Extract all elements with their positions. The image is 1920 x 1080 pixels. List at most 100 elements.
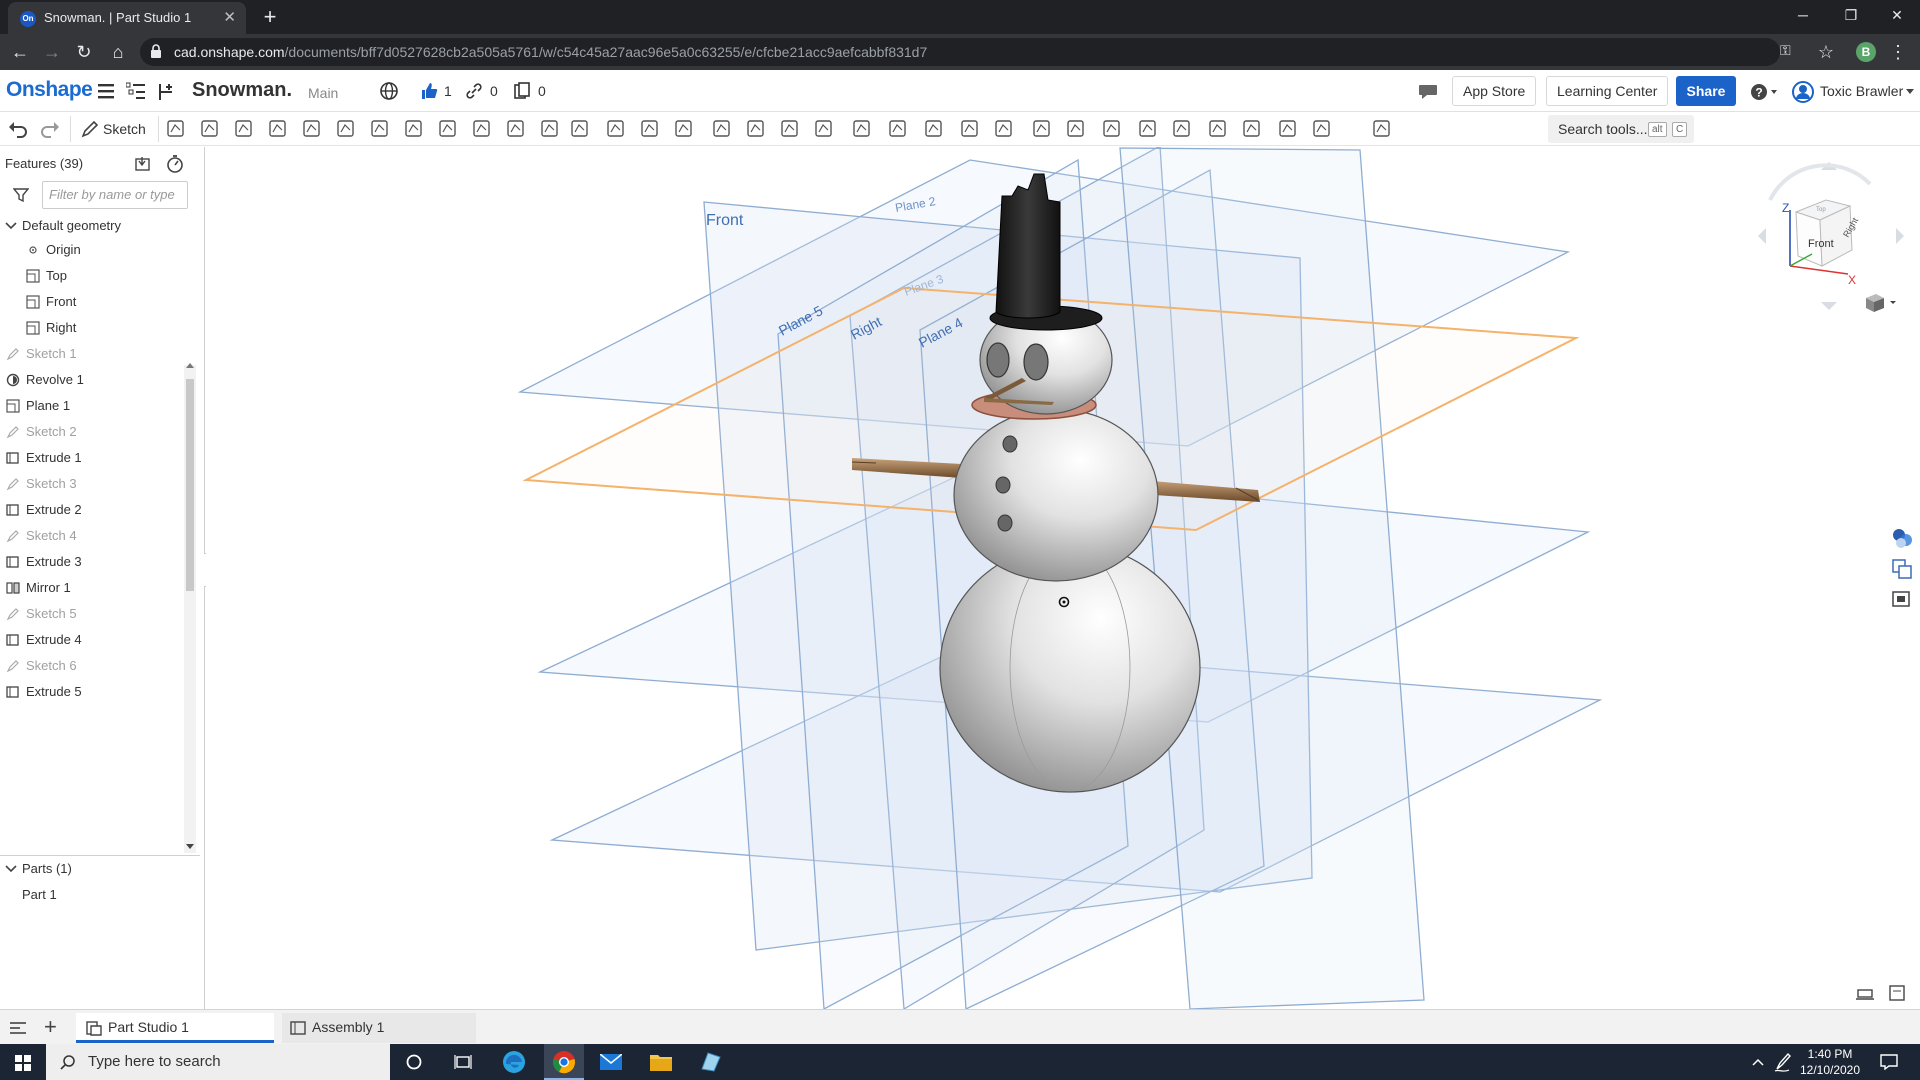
corner-tool-icon[interactable]	[1209, 120, 1226, 137]
snipping-tool-icon[interactable]	[698, 1051, 722, 1073]
back-icon[interactable]: ←	[8, 40, 32, 64]
feature-item-extrude-5[interactable]: Extrude 5	[0, 680, 182, 704]
flange-tool-icon[interactable]	[1067, 120, 1084, 137]
mate-connector-tool-icon[interactable]	[925, 120, 942, 137]
sheet-metal-tool-icon[interactable]	[1033, 120, 1050, 137]
sketch-pencil-icon[interactable]	[80, 120, 100, 138]
feature-item-right[interactable]: Right	[0, 316, 182, 340]
tab-part-studio-1[interactable]: Part Studio 1	[76, 1013, 274, 1043]
system-clock[interactable]: 1:40 PM 12/10/2020	[1798, 1046, 1862, 1078]
like-thumb-icon[interactable]	[420, 82, 438, 100]
view-cube[interactable]: Front Right Top Z X	[1758, 162, 1904, 310]
appearance-panel-icon[interactable]	[1893, 529, 1912, 548]
filter-funnel-icon[interactable]	[13, 187, 29, 203]
chevron-down-icon[interactable]	[4, 219, 18, 233]
pen-workspace-icon[interactable]	[1774, 1052, 1792, 1072]
hole-tool-icon[interactable]	[507, 120, 524, 137]
section-view-icon[interactable]	[1856, 989, 1874, 1000]
user-name[interactable]: Toxic Brawler	[1820, 83, 1903, 99]
feature-item-extrude-4[interactable]: Extrude 4	[0, 628, 182, 652]
close-tab-icon[interactable]: ✕	[223, 8, 236, 26]
view-options-icon[interactable]	[1866, 294, 1896, 312]
task-view-icon[interactable]	[454, 1054, 472, 1070]
rollback-icon[interactable]	[134, 155, 154, 173]
finish-tool-icon[interactable]	[1279, 120, 1296, 137]
fillet-tool-icon[interactable]	[337, 120, 354, 137]
bookmark-star-icon[interactable]: ☆	[1814, 40, 1838, 64]
hem-tool-icon[interactable]	[1103, 120, 1120, 137]
coat-button-3[interactable]	[997, 514, 1013, 532]
parts-folder[interactable]: Parts (1)	[0, 857, 182, 881]
bend-tool-icon[interactable]	[1173, 120, 1190, 137]
rib-tool-icon[interactable]	[439, 120, 456, 137]
feature-list-icon[interactable]	[126, 82, 146, 100]
configuration-panel-icon[interactable]	[1892, 591, 1910, 607]
profile-avatar[interactable]: B	[1856, 42, 1876, 62]
share-button[interactable]: Share	[1676, 76, 1736, 106]
show-hidden-icons-chevron[interactable]	[1752, 1058, 1764, 1066]
split-tool-icon[interactable]	[641, 120, 658, 137]
minimize-window-icon[interactable]: ─	[1780, 0, 1826, 30]
redo-icon[interactable]	[40, 120, 60, 138]
shell-tool-icon[interactable]	[473, 120, 490, 137]
view-cube-arrow-down-icon[interactable]	[1821, 302, 1837, 310]
cortana-icon[interactable]	[406, 1054, 422, 1070]
browser-tab[interactable]: On Snowman. | Part Studio 1 ✕	[8, 2, 246, 34]
feature-scrollbar-thumb[interactable]	[186, 379, 194, 591]
modify-fillet-tool-icon[interactable]	[747, 120, 764, 137]
right-eye[interactable]	[1023, 343, 1049, 381]
view-cube-orbit-ring[interactable]	[1768, 163, 1872, 201]
feature-item-revolve-1[interactable]: Revolve 1	[0, 368, 182, 392]
chamfer-tool-icon[interactable]	[371, 120, 388, 137]
revolve-tool-icon[interactable]	[201, 120, 218, 137]
chevron-down-icon[interactable]	[4, 862, 18, 876]
mirror-tool-icon[interactable]	[571, 120, 588, 137]
move-face-tool-icon[interactable]	[781, 120, 798, 137]
copies-icon[interactable]	[514, 82, 530, 100]
sweep-tool-icon[interactable]	[235, 120, 252, 137]
transform-tool-icon[interactable]	[675, 120, 692, 137]
delete-tool-icon[interactable]	[713, 120, 730, 137]
search-tools-input[interactable]: Search tools... alt C	[1548, 115, 1694, 143]
draft-tool-icon[interactable]	[405, 120, 422, 137]
workspace-branch[interactable]: Main	[308, 85, 338, 101]
undo-icon[interactable]	[8, 120, 28, 138]
forward-icon[interactable]: →	[40, 40, 64, 64]
home-icon[interactable]: ⌂	[106, 40, 130, 64]
feature-tool-icons[interactable]	[166, 118, 1536, 140]
link-icon[interactable]	[466, 83, 482, 99]
feature-item-front[interactable]: Front	[0, 290, 182, 314]
scroll-down-icon[interactable]	[186, 844, 194, 850]
pattern-tool-icon[interactable]	[541, 120, 558, 137]
new-tab-button[interactable]: +	[256, 4, 284, 30]
extrude-tool-icon[interactable]	[167, 120, 184, 137]
feature-item-sketch-4[interactable]: Sketch 4	[0, 524, 182, 548]
scroll-up-icon[interactable]	[186, 363, 194, 369]
measure-icon[interactable]	[1889, 985, 1905, 1001]
feature-item-extrude-2[interactable]: Extrude 2	[0, 498, 182, 522]
zoom-fit-tool-icon[interactable]	[1373, 120, 1390, 137]
view-cube-arrow-right-icon[interactable]	[1896, 228, 1904, 244]
feature-item-sketch-5[interactable]: Sketch 5	[0, 602, 182, 626]
taskbar-search-box[interactable]: Type here to search	[46, 1044, 390, 1080]
chrome-menu-icon[interactable]: ⋮	[1886, 40, 1910, 64]
onshape-logo[interactable]: Onshape	[6, 78, 93, 102]
feature-item-sketch-6[interactable]: Sketch 6	[0, 654, 182, 678]
app-store-button[interactable]: App Store	[1452, 76, 1537, 106]
key-icon[interactable]: ⚿	[1780, 42, 1791, 59]
learning-center-button[interactable]: Learning Center	[1546, 76, 1669, 106]
timer-icon[interactable]	[166, 154, 184, 174]
feature-item-top[interactable]: Top	[0, 264, 182, 288]
document-name[interactable]: Snowman.	[192, 79, 292, 102]
feature-item-origin[interactable]: Origin	[0, 238, 182, 262]
bom-panel-icon[interactable]	[1892, 559, 1912, 579]
derived-tool-icon[interactable]	[995, 120, 1012, 137]
reload-icon[interactable]: ↻	[72, 40, 96, 64]
default-geometry-folder[interactable]: Default geometry	[0, 214, 182, 238]
variable-tool-icon[interactable]	[961, 120, 978, 137]
user-menu-chevron-icon[interactable]	[1906, 89, 1914, 95]
file-explorer-icon[interactable]	[650, 1052, 672, 1072]
edge-browser-icon[interactable]	[502, 1050, 526, 1074]
feature-item-mirror-1[interactable]: Mirror 1	[0, 576, 182, 600]
close-window-icon[interactable]: ✕	[1874, 0, 1920, 30]
